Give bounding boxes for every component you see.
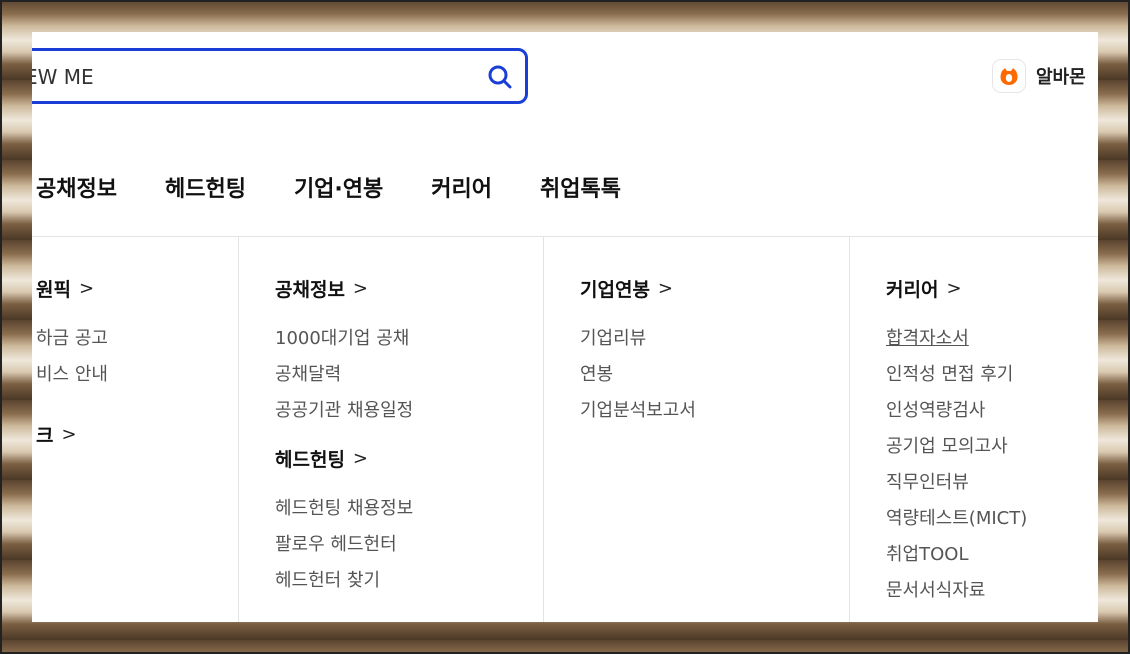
menu-link[interactable]: 인성역량검사 — [886, 393, 1027, 429]
albamon-logo-icon — [992, 59, 1026, 93]
column-divider — [543, 237, 544, 622]
section-links: 합격자소서 인적성 면접 후기 인성역량검사 공기업 모의고사 직무인터뷰 역량… — [886, 321, 1027, 609]
menu-link[interactable]: 공채달력 — [275, 357, 413, 393]
menu-link[interactable]: 기업리뷰 — [580, 321, 696, 357]
nav-item-gongchae[interactable]: 공채정보 — [36, 171, 117, 203]
menu-link[interactable]: 헤드헌팅 채용정보 — [275, 491, 413, 527]
menu-link[interactable]: 직무인터뷰 — [886, 465, 1027, 501]
section-title-company-salary[interactable]: 기업연봉 > — [580, 274, 696, 302]
menu-link[interactable]: 공공기관 채용일정 — [275, 393, 413, 429]
section-title-career[interactable]: 커리어 > — [886, 274, 1027, 302]
section-links: 1000대기업 공채 공채달력 공공기관 채용일정 — [275, 321, 413, 429]
menu-link[interactable]: 연봉 — [580, 357, 696, 393]
chevron-right-icon: > — [657, 277, 674, 299]
column-divider — [849, 237, 850, 622]
search-bar — [32, 48, 528, 104]
nav-item-company-salary[interactable]: 기업·연봉 — [294, 171, 383, 203]
menu-column-1: 원픽 > 하금 공고 비스 안내 크 > — [36, 237, 108, 448]
menu-column-2: 공채정보 > 1000대기업 공채 공채달력 공공기관 채용일정 헤드헌팅 > … — [275, 237, 413, 599]
menu-column-3: 기업연봉 > 기업리뷰 연봉 기업분석보고서 — [580, 237, 696, 429]
nav-item-headhunting[interactable]: 헤드헌팅 — [165, 171, 246, 203]
menu-link[interactable]: 하금 공고 — [36, 321, 108, 357]
search-icon — [488, 65, 512, 89]
chevron-right-icon: > — [78, 277, 95, 299]
section-title-headhunting[interactable]: 헤드헌팅 > — [275, 444, 413, 472]
top-nav: 공채정보 헤드헌팅 기업·연봉 커리어 취업톡톡 — [36, 171, 669, 203]
menu-link[interactable]: 공기업 모의고사 — [886, 429, 1027, 465]
menu-link[interactable]: 기업분석보고서 — [580, 393, 696, 429]
menu-link[interactable]: 비스 안내 — [36, 357, 108, 393]
chevron-right-icon: > — [946, 277, 962, 299]
menu-link[interactable]: 취업TOOL — [886, 537, 1027, 573]
mega-menu-panel: 알바몬 공채정보 헤드헌팅 기업·연봉 커리어 취업톡톡 원픽 > 하금 공고 … — [32, 32, 1098, 622]
section-title-gongchae[interactable]: 공채정보 > — [275, 274, 413, 302]
menu-link[interactable]: 문서서식자료 — [886, 573, 1027, 609]
menu-link-hovered[interactable]: 합격자소서 — [886, 321, 1027, 357]
chevron-right-icon: > — [352, 447, 369, 469]
menu-link[interactable]: 헤드헌터 찾기 — [275, 563, 413, 599]
nav-item-career[interactable]: 커리어 — [431, 171, 492, 203]
menu-link[interactable]: 팔로우 헤드헌터 — [275, 527, 413, 563]
column-divider — [238, 237, 239, 622]
albamon-label: 알바몬 — [1036, 67, 1086, 88]
menu-column-4: 커리어 > 합격자소서 인적성 면접 후기 인성역량검사 공기업 모의고사 직무… — [886, 237, 1027, 609]
search-button[interactable] — [485, 62, 515, 92]
chevron-right-icon: > — [61, 423, 77, 445]
section-links: 기업리뷰 연봉 기업분석보고서 — [580, 321, 696, 429]
section-title-k[interactable]: 크 > — [36, 420, 108, 448]
menu-link[interactable]: 인적성 면접 후기 — [886, 357, 1027, 393]
menu-link[interactable]: 1000대기업 공채 — [275, 321, 413, 357]
section-title-wonpick[interactable]: 원픽 > — [36, 274, 108, 302]
section-links: 하금 공고 비스 안내 — [36, 321, 108, 393]
chevron-right-icon: > — [352, 277, 369, 299]
search-input[interactable] — [32, 51, 457, 103]
albamon-link[interactable]: 알바몬 — [992, 59, 1086, 93]
menu-link[interactable]: 역량테스트(MICT) — [886, 501, 1027, 537]
nav-item-talk[interactable]: 취업톡톡 — [540, 171, 621, 203]
section-links: 헤드헌팅 채용정보 팔로우 헤드헌터 헤드헌터 찾기 — [275, 491, 413, 599]
